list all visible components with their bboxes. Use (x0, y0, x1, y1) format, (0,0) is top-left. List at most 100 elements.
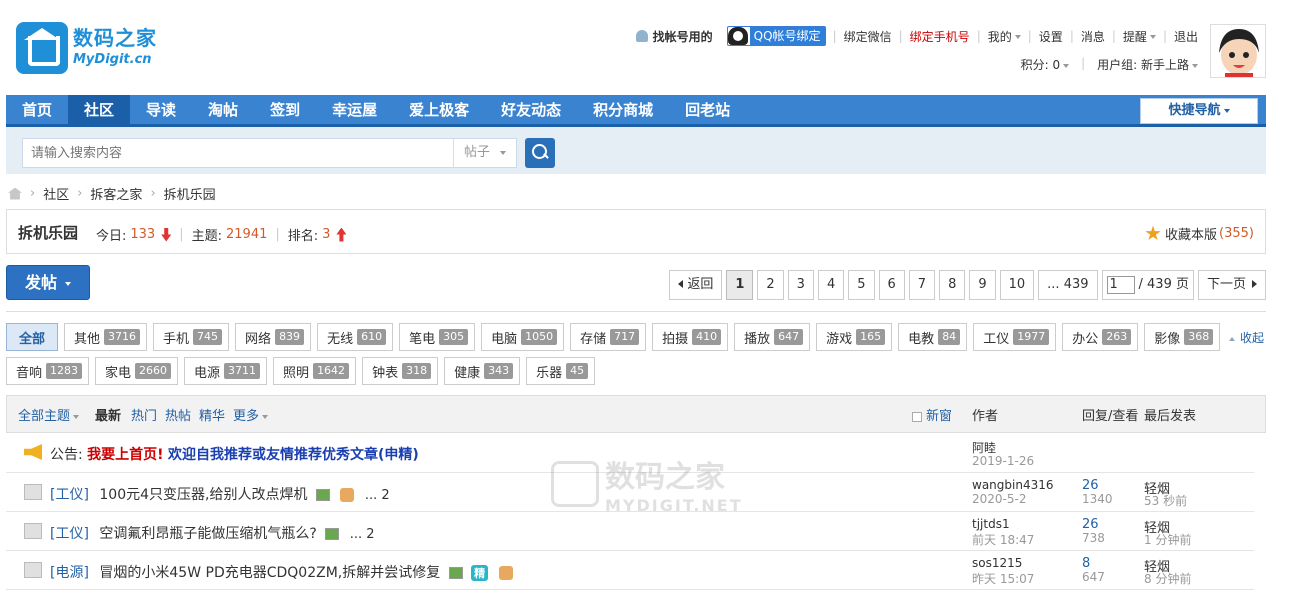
thread-replies[interactable]: 8 (1082, 556, 1090, 571)
tag-item[interactable]: 电源 3711 (184, 357, 268, 385)
tag-item[interactable]: 钟表 318 (362, 357, 439, 385)
mine-menu[interactable]: 我的 (988, 28, 1021, 45)
filter-hotpost[interactable]: 热帖 (165, 405, 191, 424)
tag-item[interactable]: 其他 3716 (64, 323, 148, 351)
tag-item[interactable]: 办公 263 (1062, 323, 1139, 351)
tag-item[interactable]: 照明 1642 (273, 357, 357, 385)
thread-title[interactable]: 冒烟的小米45W PD充电器CDQ02ZM,拆解并尝试修复 (99, 565, 440, 581)
logo-text[interactable]: 数码之家 (73, 22, 157, 51)
search-icon[interactable] (525, 138, 555, 168)
new-post-button[interactable]: 发帖 (6, 265, 90, 300)
logout-link[interactable]: 退出 (1174, 28, 1198, 45)
tag-item[interactable]: 网络 839 (235, 323, 312, 351)
page-link[interactable]: 1 (726, 270, 754, 300)
tag-item[interactable]: 电教 84 (898, 323, 968, 351)
page-link[interactable]: 3 (787, 270, 814, 300)
breadcrumb-item[interactable]: 拆客之家 (90, 184, 142, 203)
thread-title[interactable]: 空调氟利昂瓶子能做压缩机气瓶么? (99, 526, 316, 542)
bind-phone-link[interactable]: 绑定手机号 (910, 28, 970, 45)
thread-replies[interactable]: 26 (1082, 517, 1099, 532)
tag-item[interactable]: 存储 717 (570, 323, 647, 351)
thread-pages[interactable]: ... 2 (365, 488, 390, 503)
tag-item[interactable]: 音响 1283 (6, 357, 90, 385)
tag-label: 笔电 (409, 331, 436, 347)
tag-item[interactable]: 游戏 165 (816, 323, 893, 351)
chevron-up-icon (1228, 336, 1235, 341)
filter-more-menu[interactable]: 更多 (233, 405, 269, 424)
breadcrumb-item[interactable]: 社区 (43, 184, 69, 203)
tag-label: 网络 (245, 331, 272, 347)
home-icon[interactable] (8, 187, 22, 200)
breadcrumb-item[interactable]: 拆机乐园 (164, 184, 216, 203)
points-menu[interactable]: 积分: 0 (1021, 56, 1070, 73)
thread-author[interactable]: sos1215 (972, 556, 1022, 570)
page-link[interactable]: 4 (817, 270, 845, 300)
page-input[interactable]: 1 (1106, 276, 1135, 294)
thread-category[interactable]: [电源] (50, 565, 89, 581)
tag-item[interactable]: 电脑 1050 (481, 323, 565, 351)
bind-wechat-link[interactable]: 绑定微信 (844, 28, 892, 45)
messages-link[interactable]: 消息 (1081, 28, 1105, 45)
tag-item[interactable]: 手机 745 (153, 323, 230, 351)
search-type-select[interactable]: 帖子 (453, 138, 517, 168)
logo-icon[interactable] (16, 22, 68, 74)
tag-label: 影像 (1154, 331, 1181, 347)
thread-title[interactable]: 100元4只变压器,给别人改点焊机 (99, 487, 307, 503)
page-link[interactable]: 2 (757, 270, 784, 300)
thread-pages[interactable]: ... 2 (350, 527, 375, 542)
tag-item[interactable]: 拍摄 410 (652, 323, 729, 351)
filter-newest[interactable]: 最新 (95, 405, 121, 424)
quick-nav-button[interactable]: 快捷导航 (1140, 98, 1258, 124)
nav-item-community[interactable]: 社区 (68, 95, 131, 127)
avatar[interactable] (1210, 24, 1266, 78)
filter-digest[interactable]: 精华 (199, 405, 225, 424)
page-link[interactable]: 9 (969, 270, 996, 300)
thread-category[interactable]: [工仪] (50, 487, 89, 503)
tag-item[interactable]: 乐器 45 (526, 357, 596, 385)
nav-item-geek[interactable]: 爱上极客 (393, 95, 485, 127)
nav-item-friends[interactable]: 好友动态 (485, 95, 577, 127)
nav-item-home[interactable]: 首页 (6, 95, 68, 127)
page-link[interactable]: 5 (848, 270, 875, 300)
filter-hot[interactable]: 热门 (131, 405, 157, 424)
collapse-tags-button[interactable]: 收起 (1228, 329, 1264, 346)
filter-all-menu[interactable]: 全部主题 (18, 405, 80, 424)
back-button[interactable]: 返回 (669, 270, 723, 300)
tag-item[interactable]: 笔电 305 (399, 323, 476, 351)
thread-replies[interactable]: 26 (1082, 478, 1099, 493)
settings-link[interactable]: 设置 (1039, 28, 1063, 45)
new-window-checkbox[interactable]: 新窗 (912, 405, 952, 424)
logo-subtext[interactable]: MyDigit.cn (73, 52, 152, 67)
remind-menu[interactable]: 提醒 (1123, 28, 1156, 45)
nav-item-lucky[interactable]: 幸运屋 (316, 95, 393, 127)
qq-bind-button[interactable]: QQ帐号绑定 (726, 26, 826, 46)
find-account-link[interactable]: 找帐号用的 (653, 28, 713, 45)
page-link[interactable]: 7 (908, 270, 936, 300)
nav-item-taotie[interactable]: 淘帖 (192, 95, 254, 127)
tag-count: 1642 (313, 363, 350, 379)
page-link[interactable]: 8 (939, 270, 966, 300)
page-link[interactable]: 6 (878, 270, 905, 300)
nav-item-checkin[interactable]: 签到 (254, 95, 316, 127)
tag-all[interactable]: 全部 (6, 323, 59, 351)
nav-item-shop[interactable]: 积分商城 (577, 95, 669, 127)
tag-label: 乐器 (536, 365, 563, 381)
search-input[interactable] (22, 138, 454, 168)
nav-item-oldsite[interactable]: 回老站 (669, 95, 746, 127)
thread-category[interactable]: [工仪] (50, 526, 89, 542)
announcement-title[interactable]: 公告: 我要上首页! 欢迎自我推荐或友情推荐优秀文章(申精) (50, 444, 419, 464)
favorite-forum-button[interactable]: 收藏本版 (355) (1145, 224, 1254, 243)
tag-item[interactable]: 播放 647 (734, 323, 811, 351)
tag-item[interactable]: 健康 343 (444, 357, 521, 385)
tag-item[interactable]: 家电 2660 (95, 357, 179, 385)
usergroup-menu[interactable]: 用户组: 新手上路 (1097, 56, 1198, 73)
nav-item-guide[interactable]: 导读 (130, 95, 192, 127)
tag-item[interactable]: 影像 368 (1144, 323, 1221, 351)
thread-author[interactable]: wangbin4316 (972, 478, 1054, 492)
thread-author[interactable]: tjjtds1 (972, 517, 1010, 531)
page-link[interactable]: 10 (999, 270, 1035, 300)
last-page-link[interactable]: ... 439 (1038, 270, 1098, 300)
tag-item[interactable]: 无线 610 (317, 323, 394, 351)
tag-item[interactable]: 工仪 1977 (973, 323, 1057, 351)
next-page-button[interactable]: 下一页 (1197, 270, 1266, 300)
